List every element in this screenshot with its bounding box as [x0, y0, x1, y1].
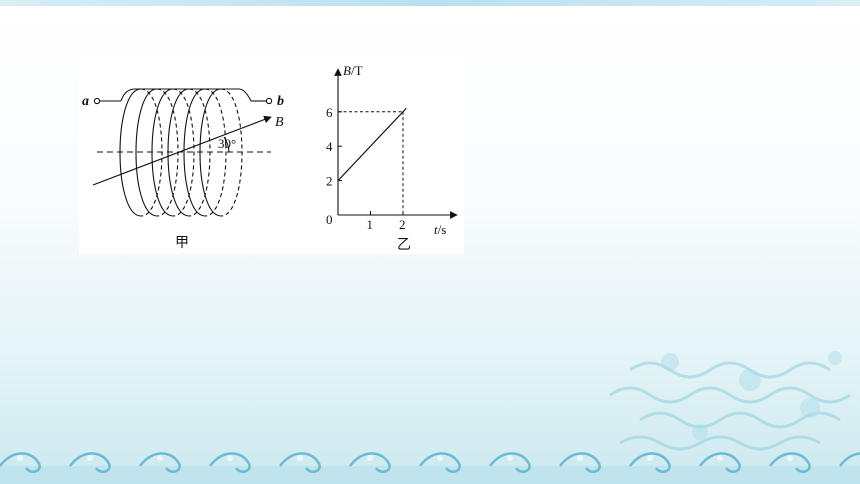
bt-graph: 1 2 2 4 6 — [326, 68, 458, 232]
terminal-b-dot — [265, 97, 273, 105]
y-axis-unit: /T — [351, 63, 363, 78]
y-tick-label-1: 4 — [326, 139, 333, 154]
top-decor-band — [0, 0, 860, 6]
decorative-wave-border — [0, 452, 860, 484]
decorative-waves-right — [609, 351, 851, 451]
y-tick-label-0: 2 — [326, 174, 333, 189]
angle-label: 30° — [218, 136, 236, 151]
caption-jia: 甲 — [175, 236, 189, 251]
terminal-b-label: b — [277, 94, 284, 109]
origin-label: 0 — [326, 212, 333, 227]
x-axis-label: t/s — [434, 222, 446, 237]
terminal-a-dot — [93, 97, 101, 105]
y-axis-label: B/T — [343, 63, 363, 78]
series-line — [337, 107, 407, 182]
figure-svg: a b B 30° 甲 1 2 2 4 6 B/T t/s 0 乙 — [82, 63, 458, 253]
solenoid-diagram — [92, 88, 273, 217]
x-tick-label-1: 2 — [399, 217, 406, 232]
y-tick-label-2: 6 — [326, 105, 333, 120]
field-label: B — [275, 115, 284, 130]
y-axis-var: B — [343, 63, 351, 78]
terminal-a-label: a — [82, 94, 89, 109]
lead-b-bend — [238, 88, 252, 102]
lead-a-bend — [120, 88, 136, 102]
caption-yi: 乙 — [397, 237, 411, 253]
figure-panel: a b B 30° 甲 1 2 2 4 6 B/T t/s 0 乙 — [79, 59, 464, 254]
x-axis-unit: /s — [438, 222, 447, 237]
x-tick-label-0: 1 — [367, 217, 374, 232]
